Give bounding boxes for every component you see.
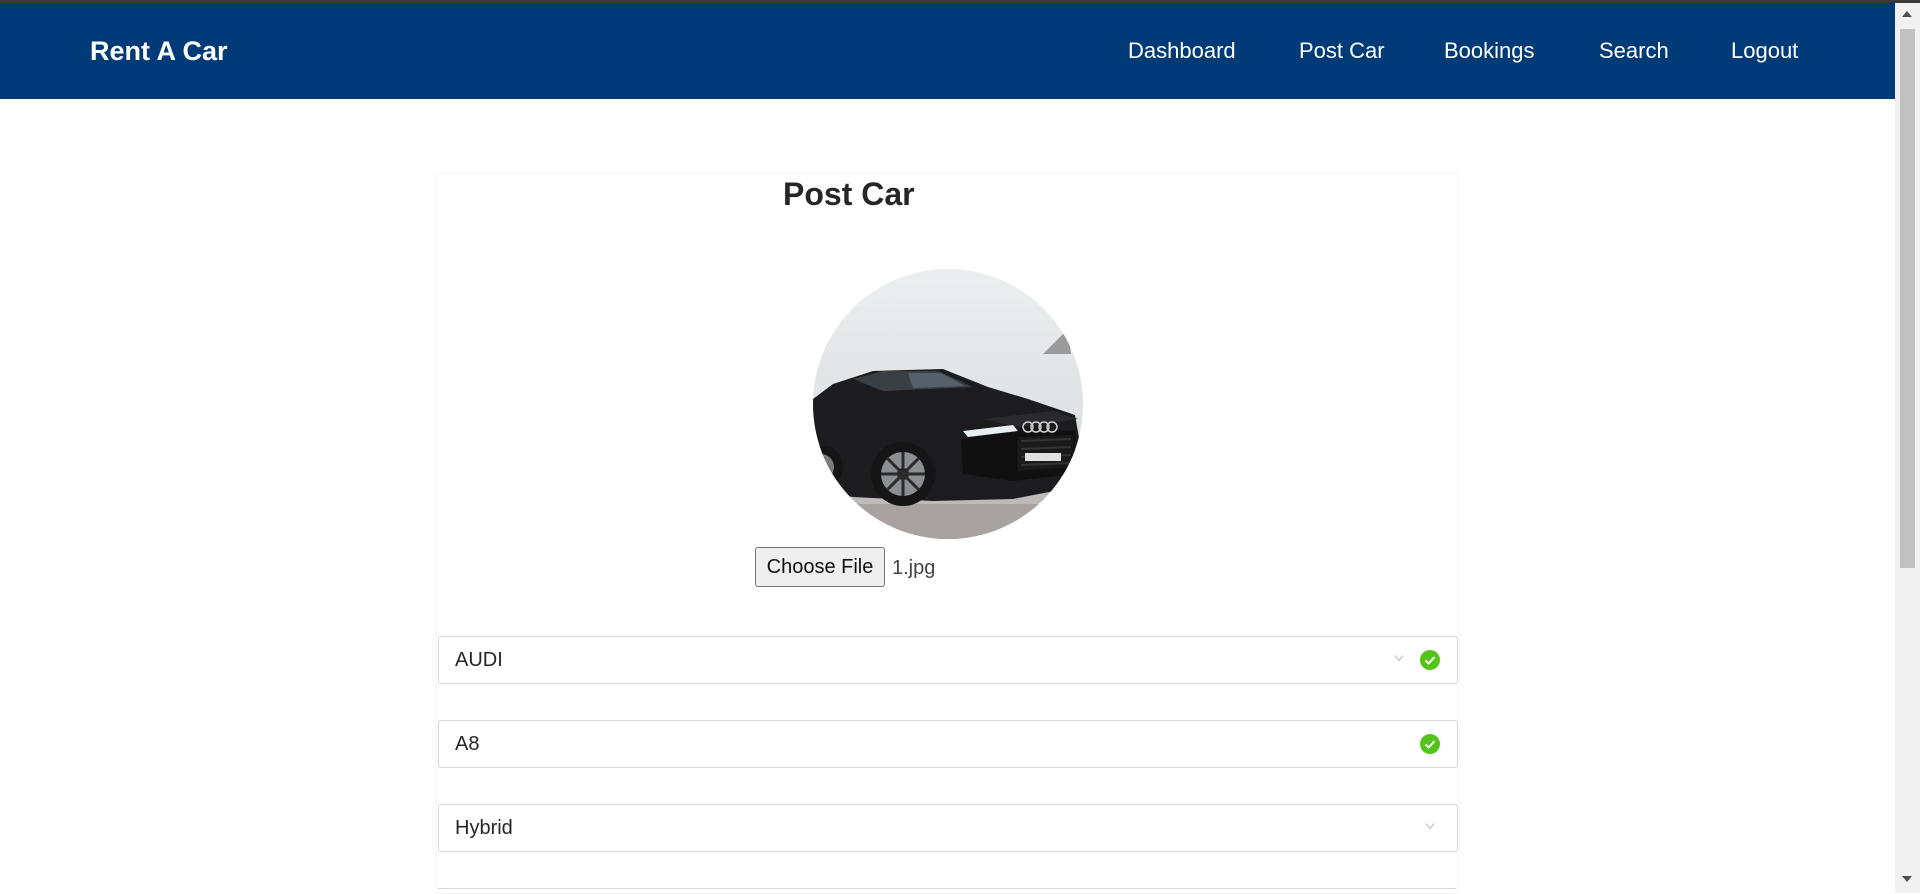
scrollbar-thumb[interactable] [1900,29,1915,568]
nav-logout[interactable]: Logout [1731,3,1798,99]
chevron-down-icon[interactable] [1425,821,1435,831]
scroll-up-icon[interactable] [1902,11,1912,17]
top-navbar: Rent A Car Dashboard Post Car Bookings S… [0,3,1895,99]
page-scrollbar[interactable] [1895,3,1920,893]
car-brand-select[interactable]: AUDI [438,636,1458,684]
selected-file-name: 1.jpg [892,557,936,579]
nav-search[interactable]: Search [1599,3,1669,99]
scroll-down-icon[interactable] [1902,876,1912,882]
car-image-preview [813,269,1083,539]
brand-logo[interactable]: Rent A Car [90,3,228,99]
choose-file-button[interactable]: Choose File [755,547,885,587]
transmission-select[interactable]: Hybrid [438,804,1458,852]
check-circle-icon [1420,734,1440,754]
car-name-input[interactable]: A8 [438,720,1458,768]
car-name-value: A8 [455,733,480,755]
nav-post-car[interactable]: Post Car [1299,3,1385,99]
chevron-down-icon[interactable] [1394,653,1404,663]
next-field-partial[interactable] [438,888,1456,894]
car-photo-graphic [813,269,1083,539]
page-title: Post Car [783,176,915,212]
check-circle-icon [1420,650,1440,670]
nav-bookings[interactable]: Bookings [1444,3,1535,99]
car-brand-value: AUDI [455,649,503,671]
transmission-value: Hybrid [455,817,513,839]
nav-dashboard[interactable]: Dashboard [1128,3,1236,99]
